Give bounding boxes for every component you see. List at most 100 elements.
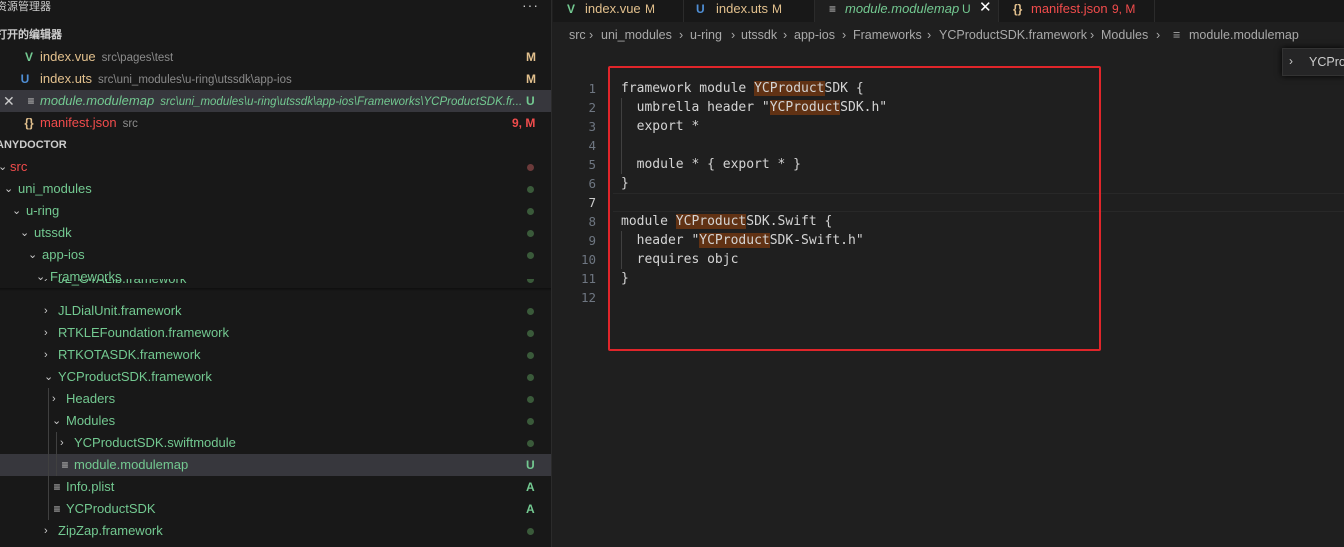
close-editor-icon[interactable]: ✕ [3,90,15,112]
line-number: 4 [588,138,596,153]
tree-item-rtkotasdk[interactable]: › RTKOTASDK.framework [0,344,551,366]
open-editors-header[interactable]: 打开的编辑器 [0,25,551,45]
breadcrumb-item[interactable]: utssdk [741,24,777,46]
chevron-right-icon: › [44,349,48,361]
line-number: 10 [580,252,596,267]
tree-item-swiftmodule[interactable]: › YCProductSDK.swiftmodule [0,432,551,454]
chevron-right-icon: › [783,28,788,42]
chevron-right-icon: › [927,28,932,42]
status-dot [527,440,534,447]
chevron-right-icon: › [731,28,736,42]
tree-item-label: Modules [66,413,116,428]
chevron-down-icon: ⌄ [44,371,54,383]
chevron-down-icon: ⌄ [28,249,38,261]
uts-icon: U [696,2,705,16]
tree-item-rtklefoundation[interactable]: › RTKLEFoundation.framework [0,322,551,344]
indent-guide [56,454,57,476]
chevron-right-icon: › [1090,28,1095,42]
indent-guide [48,476,49,498]
breadcrumb-item[interactable]: src [569,24,586,46]
indent-guide [48,410,49,432]
explorer-title: 资源管理器 [0,1,51,13]
tab-module-modulemap[interactable]: ≡ module.modulemap U ✕ [815,0,999,22]
breadcrumb-item[interactable]: Modules [1101,24,1148,46]
chevron-down-icon: ⌄ [52,415,62,427]
tree-item-label: YCProductSDK [66,501,156,516]
tree-item-zipzap[interactable]: › ZipZap.framework [0,520,551,542]
tree-item-ycproductsdk-framework[interactable]: ⌄ YCProductSDK.framework [0,366,551,388]
line-number: 12 [580,290,596,305]
editor-area: V index.vue M U index.uts M ≡ module.mod… [553,0,1344,547]
status-dot [527,230,534,237]
tree-item-src[interactable]: ⌄ src [0,156,551,178]
indent-guide [48,498,49,520]
tree-item-module-modulemap[interactable]: ≡ module.modulemap U [0,454,551,476]
more-actions-icon[interactable]: ··· [522,0,539,12]
tab-bar: V index.vue M U index.uts M ≡ module.mod… [553,0,1344,22]
open-editor-item-index-uts[interactable]: U index.uts src\uni_modules\u-ring\utssdk… [0,68,551,90]
open-editor-name: module.modulemap [40,93,155,108]
indent-guide [48,388,49,410]
git-status-badge: U [526,94,535,108]
breadcrumb-item[interactable]: YCProductSDK.framework [939,24,1087,46]
json-braces-icon: {} [24,116,34,130]
tree-item-label: uni_modules [18,181,92,196]
tree-item-uni-modules[interactable]: ⌄ uni_modules [0,178,551,200]
git-status-badge: 9, M [512,116,536,130]
tree-item-label: src [10,159,28,174]
line-number: 5 [588,157,596,172]
chevron-right-icon: › [1156,28,1161,42]
uts-icon: U [20,72,30,86]
file-lines-icon: ≡ [829,2,837,16]
tree-item-label: module.modulemap [74,457,189,472]
status-dot [527,374,534,381]
breadcrumb: src › uni_modules › u-ring › utssdk › ap… [553,24,1344,46]
breadcrumb-item[interactable]: module.modulemap [1189,24,1299,46]
file-lines-icon: ≡ [1173,28,1181,42]
chevron-right-icon: › [44,525,48,537]
explorer-title-bar: 资源管理器 ··· [0,0,551,16]
git-status-badge: 9, M [1112,2,1136,16]
tree-item-info-plist[interactable]: ≡ Info.plist A [0,476,551,498]
tree-item-u-ring[interactable]: ⌄ u-ring [0,200,551,222]
open-editor-path: src\pages\test [101,52,174,64]
tree-item-app-ios[interactable]: ⌄ app-ios [0,244,551,266]
close-tab-icon[interactable]: ✕ [979,0,992,17]
breadcrumb-item[interactable]: app-ios [794,24,835,46]
indent-guide [48,454,49,476]
open-editor-item-index-vue[interactable]: V index.vue src\pages\test M [0,46,551,68]
open-editor-path: src\uni_modules\u-ring\utssdk\app-ios\Fr… [160,96,523,108]
open-editor-item-manifest-json[interactable]: {} manifest.json src 9, M [0,112,551,134]
tree-item-label: JLDialUnit.framework [58,303,182,318]
indent-guide [48,432,49,454]
tree-item-ycproductsdk-binary[interactable]: ≡ YCProductSDK A [0,498,551,520]
chevron-down-icon: ⌄ [20,227,30,239]
chevron-down-icon: ⌄ [0,156,10,178]
project-header[interactable]: ANYDOCTOR [0,135,551,155]
open-editors-title: 打开的编辑器 [0,29,62,41]
sticky-peek-widget[interactable]: › YCPro [1282,48,1344,76]
breadcrumb-item[interactable]: uni_modules [601,24,672,46]
line-number: 1 [588,81,596,96]
chevron-right-icon: › [52,393,56,405]
status-dot [527,186,534,193]
tab-manifest-json[interactable]: {} manifest.json 9, M [999,0,1155,22]
git-status-badge: M [526,72,536,86]
tree-item-modules[interactable]: ⌄ Modules [0,410,551,432]
file-lines-icon: ≡ [53,480,61,494]
breadcrumb-item[interactable]: Frameworks [853,24,922,46]
tree-item-label: Headers [66,391,116,406]
tree-item-label: u-ring [26,203,60,218]
breadcrumb-item[interactable]: u-ring [690,24,722,46]
tab-index-vue[interactable]: V index.vue M [553,0,684,22]
line-number: 3 [588,119,596,134]
tree-item-utssdk[interactable]: ⌄ utssdk [0,222,551,244]
git-status-badge: A [526,502,535,516]
git-status-badge: M [526,50,536,64]
open-editor-item-module-modulemap[interactable]: ✕ ≡ module.modulemap src\uni_modules\u-ri… [0,90,551,112]
project-title: ANYDOCTOR [0,139,67,151]
tree-item-headers[interactable]: › Headers [0,388,551,410]
tab-index-uts[interactable]: U index.uts M [684,0,815,22]
tree-item-jldialunit[interactable]: › JLDialUnit.framework [0,300,551,322]
tab-label: index.uts [716,1,769,16]
